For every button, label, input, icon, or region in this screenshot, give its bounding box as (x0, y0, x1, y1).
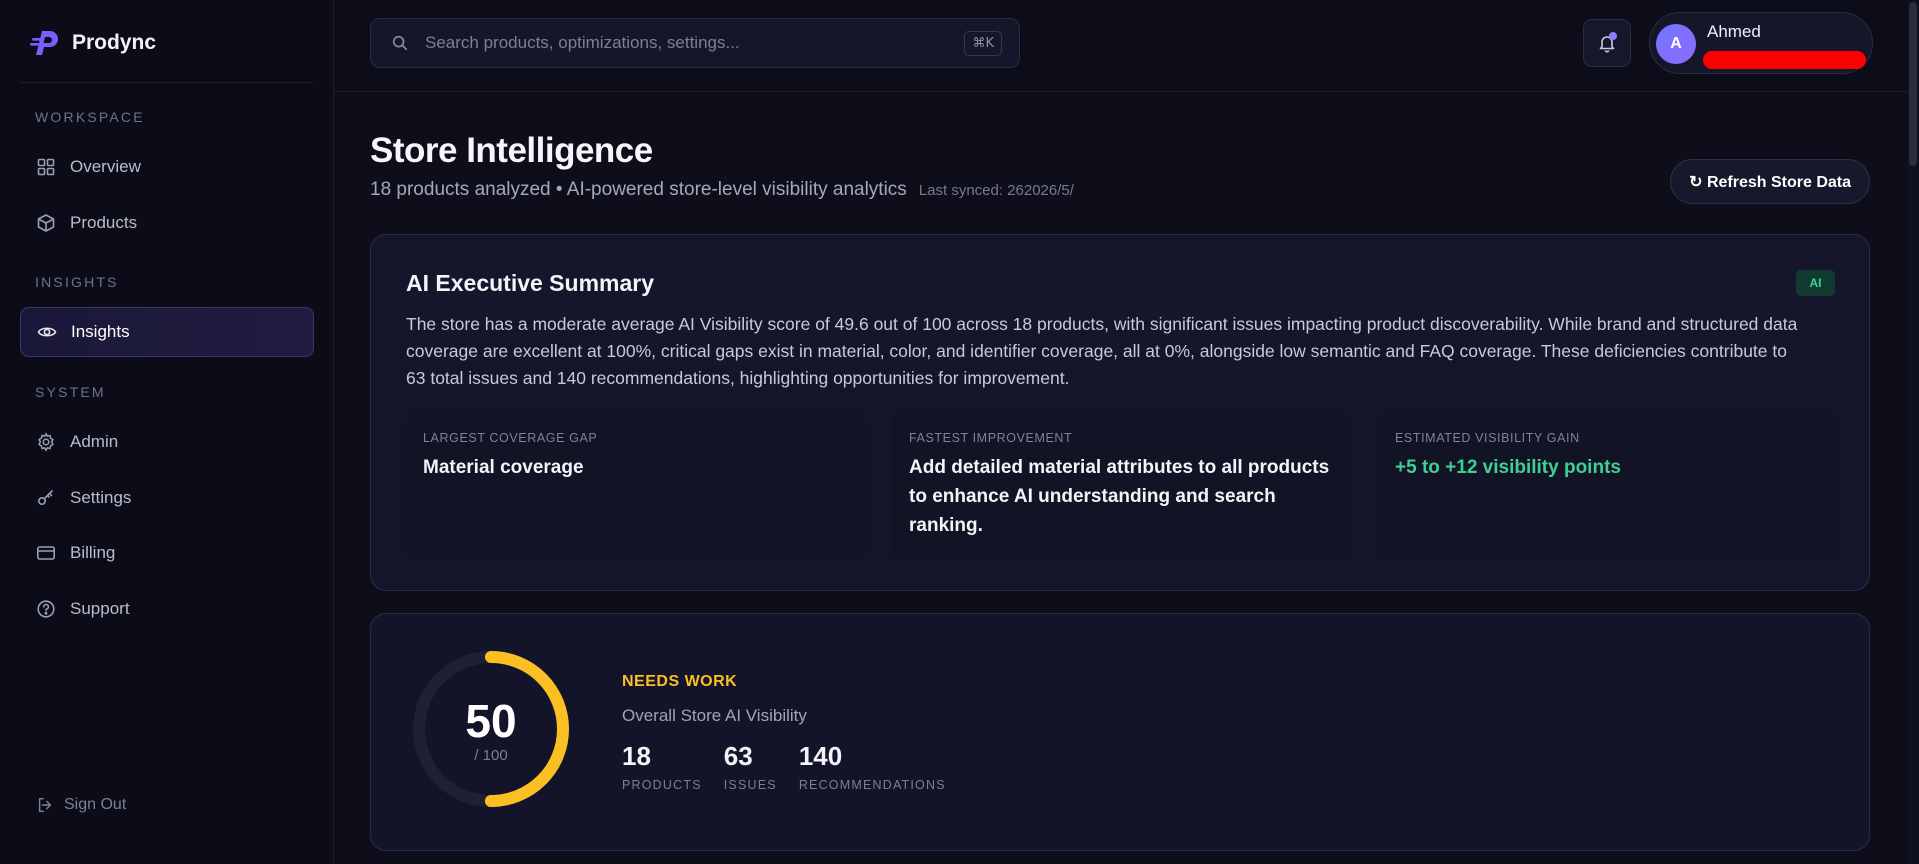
summary-text: The store has a moderate average AI Visi… (406, 314, 1798, 388)
insight-value: +5 to +12 visibility points (1395, 457, 1621, 478)
insight-value: Add detailed material attributes to all … (909, 457, 1330, 536)
sidebar-item-label: Overview (70, 157, 141, 176)
summary-title: AI Executive Summary (406, 270, 655, 296)
stat-issues: 63 ISSUES (724, 741, 777, 792)
notification-dot (1609, 32, 1617, 40)
search-icon (392, 35, 408, 51)
divider (20, 82, 313, 83)
score-max: / 100 (474, 747, 508, 764)
insight-visibility-gain: ESTIMATED VISIBILITY GAIN +5 to +12 visi… (1378, 413, 1838, 561)
insight-value: Material coverage (423, 457, 584, 478)
status-label: NEEDS WORK (622, 673, 738, 690)
stat-label: RECOMMENDATIONS (798, 778, 946, 792)
last-synced: Last synced: 262026/5/ (918, 182, 1074, 199)
topbar: ⌘K A Ahmed (335, 0, 1907, 92)
sidebar-item-insights[interactable]: Insights (20, 307, 314, 357)
score-stats: 18 PRODUCTS 63 ISSUES 140 RECOMMENDATION… (622, 741, 946, 792)
page-subtitle: 18 products analyzed • AI-powered store-… (370, 179, 1074, 201)
sidebar-item-admin[interactable]: Admin (20, 417, 314, 467)
insight-largest-gap: LARGEST COVERAGE GAP Material coverage (406, 413, 866, 561)
section-label-insights: INSIGHTS (35, 274, 119, 290)
scrollbar-thumb[interactable] (1909, 2, 1917, 166)
sidebar-item-label: Support (70, 599, 130, 618)
help-circle-icon (37, 600, 55, 618)
prodync-logo-icon (30, 31, 58, 55)
section-label-workspace: WORKSPACE (35, 109, 145, 125)
sidebar-item-support[interactable]: Support (20, 584, 314, 634)
sidebar-item-billing[interactable]: Billing (20, 528, 314, 578)
ai-badge: AI (1796, 270, 1835, 296)
sidebar-item-label: Products (70, 213, 138, 232)
status-subtitle: Overall Store AI Visibility (622, 706, 807, 725)
user-name: Ahmed (1707, 22, 1761, 41)
grid-icon (37, 158, 55, 176)
main-content: Store Intelligence 18 products analyzed … (335, 93, 1907, 864)
sidebar-item-label: Insights (71, 322, 130, 341)
sidebar-item-settings[interactable]: Settings (20, 473, 314, 523)
sign-out-button[interactable]: Sign Out (36, 796, 126, 814)
sidebar-item-overview[interactable]: Overview (20, 142, 314, 192)
gear-icon (38, 432, 54, 452)
refresh-store-data-button[interactable]: ↻ Refresh Store Data (1670, 159, 1870, 204)
user-menu[interactable]: A Ahmed (1649, 12, 1873, 74)
key-icon (37, 490, 53, 506)
eye-icon (37, 327, 57, 337)
sidebar: Prodync WORKSPACE Overview Products INSI… (0, 0, 334, 864)
stat-value: 18 (622, 741, 651, 771)
sign-out-label: Sign Out (64, 796, 127, 813)
search-shortcut-hint: ⌘K (964, 31, 1002, 56)
sidebar-item-label: Admin (70, 432, 119, 451)
notifications-button[interactable] (1583, 19, 1631, 67)
stat-value: 63 (723, 741, 753, 771)
avatar: A (1656, 24, 1696, 64)
stat-label: PRODUCTS (622, 778, 702, 792)
stat-recommendations: 140 RECOMMENDATIONS (799, 741, 946, 792)
redacted-user-email (1703, 51, 1866, 69)
score-value: 50 (465, 695, 517, 747)
section-label-system: SYSTEM (35, 384, 106, 400)
insight-label: ESTIMATED VISIBILITY GAIN (1395, 431, 1580, 445)
stat-label: ISSUES (723, 778, 777, 792)
insight-label: LARGEST COVERAGE GAP (423, 431, 598, 445)
sidebar-item-products[interactable]: Products (20, 198, 314, 248)
insight-label: FASTEST IMPROVEMENT (909, 431, 1073, 445)
stat-value: 140 (798, 741, 843, 771)
page-scrollbar[interactable] (1907, 0, 1919, 864)
subtitle-text: 18 products analyzed • AI-powered store-… (370, 179, 907, 200)
stat-products: 18 PRODUCTS (622, 741, 702, 792)
store-visibility-score-card: 50 / 100 NEEDS WORK Overall Store AI Vis… (370, 613, 1870, 851)
search-input[interactable] (425, 33, 965, 53)
insight-fastest-improvement: FASTEST IMPROVEMENT Add detailed materia… (892, 413, 1352, 561)
brand-name: Prodync (72, 31, 157, 54)
log-out-icon (38, 797, 52, 813)
sidebar-item-label: Settings (70, 488, 132, 507)
page-title: Store Intelligence (370, 131, 653, 170)
credit-card-icon (36, 546, 55, 560)
search-bar[interactable]: ⌘K (370, 18, 1020, 68)
brand[interactable]: Prodync (30, 28, 156, 58)
ai-executive-summary-card: AI Executive Summary AI The store has a … (370, 234, 1870, 591)
sidebar-item-label: Billing (70, 543, 116, 562)
box-icon (37, 214, 55, 232)
